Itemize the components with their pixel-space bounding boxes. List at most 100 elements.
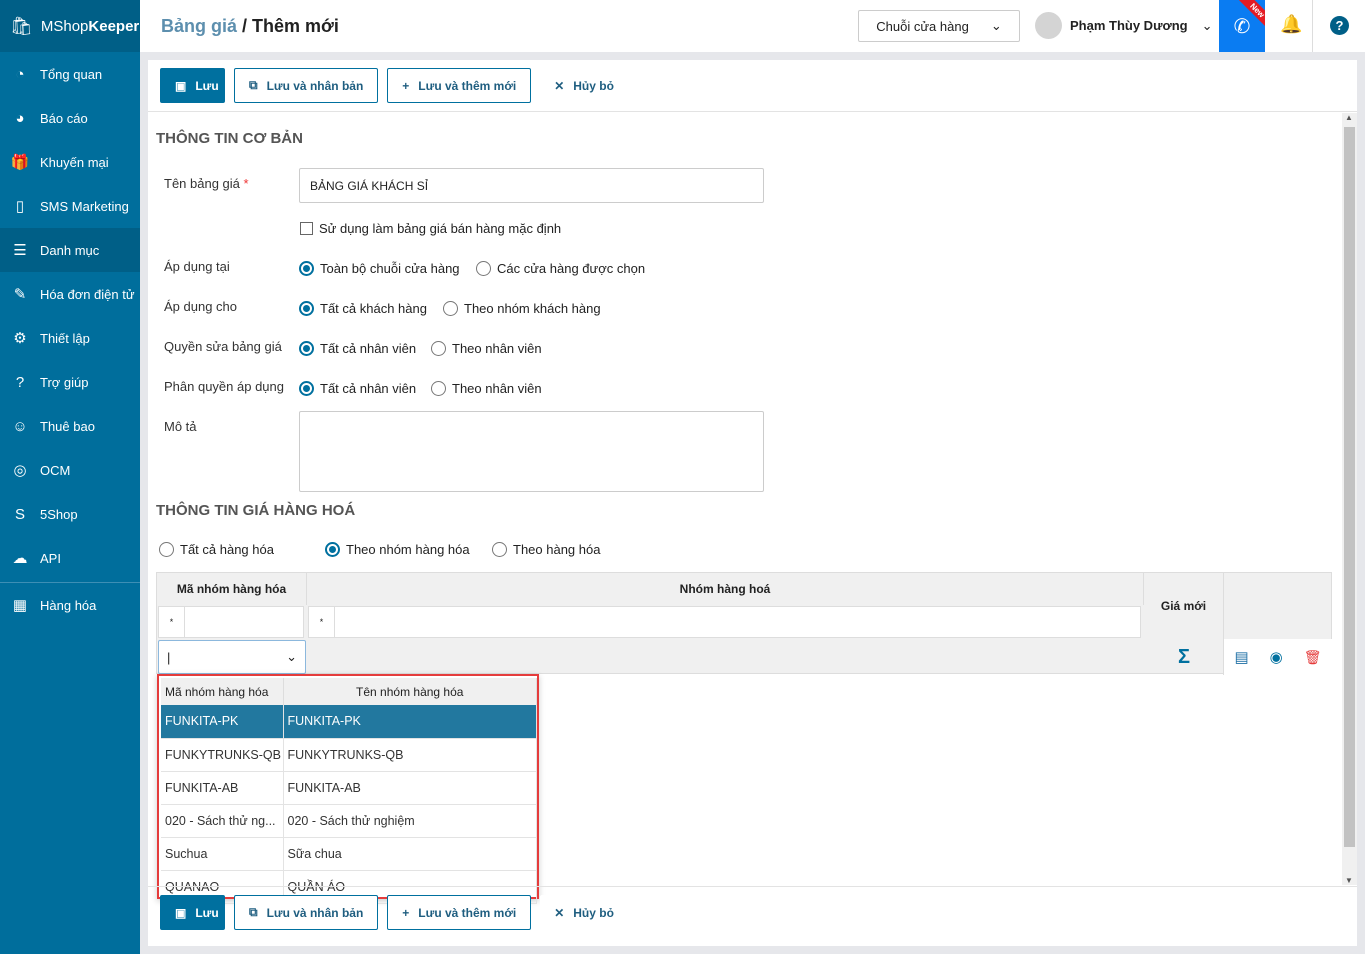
radio-use-all-staff[interactable]: Tất cả nhân viên xyxy=(299,381,416,396)
save-button[interactable]: ▣ Lưu xyxy=(160,895,225,930)
col-header-group[interactable]: Nhóm hàng hoá xyxy=(307,573,1144,605)
5shop-icon: S xyxy=(14,505,25,523)
description-label: Mô tả xyxy=(164,419,197,434)
radio-all-customers[interactable]: Tất cả khách hàng xyxy=(299,301,427,316)
sidebar-item-1[interactable]: ◕ Báo cáo xyxy=(0,96,140,140)
dropdown-row[interactable]: FUNKITA-PK FUNKITA-PK xyxy=(161,705,537,739)
chevron-down-icon: ⌄ xyxy=(1201,17,1213,33)
radio-customer-group[interactable]: Theo nhóm khách hàng xyxy=(443,301,601,316)
sidebar-item-label: Thuê bao xyxy=(40,418,95,434)
radio-edit-by-staff[interactable]: Theo nhân viên xyxy=(431,341,542,356)
user-menu[interactable]: Phạm Thùy Dương ⌄ xyxy=(1035,12,1213,39)
phone-icon: ✆ xyxy=(1233,15,1251,38)
row-name: FUNKYTRUNKS-QB xyxy=(283,738,537,772)
chevron-down-icon: ⌄ xyxy=(990,18,1002,33)
top-toolbar: ▣ Lưu ⧉ Lưu và nhân bản + Lưu và thêm mới ✕… xyxy=(148,60,1357,112)
save-new-button[interactable]: + Lưu và thêm mới xyxy=(387,68,532,103)
divider xyxy=(1312,0,1313,52)
avatar xyxy=(1035,12,1062,39)
save-copy-button[interactable]: ⧉ Lưu và nhân bản xyxy=(234,68,379,103)
sidebar-item-label: Báo cáo xyxy=(40,110,88,126)
form-card: ▣ Lưu ⧉ Lưu và nhân bản + Lưu và thêm mới ✕… xyxy=(148,60,1357,946)
sidebar-item-11[interactable]: ☁ API xyxy=(0,536,140,580)
dropdown-row[interactable]: FUNKYTRUNKS-QB FUNKYTRUNKS-QB xyxy=(161,738,537,772)
sidebar-item-12[interactable]: ▦ Hàng hóa xyxy=(0,583,140,627)
mobile-icon: ▯ xyxy=(15,198,25,215)
gift-icon: 🎁 xyxy=(10,154,30,171)
dropdown-row[interactable]: Suchua Sữa chua xyxy=(161,837,537,871)
store-chain-select[interactable]: Chuỗi cửa hàng ⌄ xyxy=(858,10,1020,42)
eye-icon[interactable]: ◉ xyxy=(1270,648,1283,666)
radio-selected-stores[interactable]: Các cửa hàng được chọn xyxy=(476,261,645,276)
radio-all-items[interactable]: Tất cả hàng hóa xyxy=(159,542,274,557)
help-icon[interactable]: ? xyxy=(1330,16,1349,35)
row-code: FUNKYTRUNKS-QB xyxy=(161,738,284,772)
import-file-icon[interactable]: ▤ xyxy=(1234,648,1248,666)
scrollbar[interactable]: ▲ ▼ xyxy=(1342,113,1357,885)
radio-use-by-staff[interactable]: Theo nhân viên xyxy=(431,381,542,396)
sidebar-item-7[interactable]: ? Trợ giúp xyxy=(0,360,140,404)
ocm-icon: ◎ xyxy=(13,462,27,479)
bell-icon[interactable]: 🔔 xyxy=(1280,14,1302,35)
filter-group[interactable]: * xyxy=(308,606,1141,638)
sidebar-item-10[interactable]: S 5Shop xyxy=(0,492,140,536)
section-price-info: THÔNG TIN GIÁ HÀNG HOÁ xyxy=(156,502,356,519)
breadcrumb-bang-gia[interactable]: Bảng giá xyxy=(161,16,237,36)
save-copy-button[interactable]: ⧉ Lưu và nhân bản xyxy=(234,895,379,930)
col-header-code[interactable]: Mã nhóm hàng hóa xyxy=(157,573,307,605)
radio-by-item-group[interactable]: Theo nhóm hàng hóa xyxy=(325,542,470,557)
save-new-button[interactable]: + Lưu và thêm mới xyxy=(387,895,532,930)
apply-for-label: Áp dụng cho xyxy=(164,299,238,314)
sidebar-item-3[interactable]: ▯ SMS Marketing xyxy=(0,184,140,228)
sidebar-item-label: Danh mục xyxy=(40,242,100,258)
sidebar-item-label: API xyxy=(40,550,61,566)
sidebar-item-8[interactable]: ☺ Thuê bao xyxy=(0,404,140,448)
row-actions: ▤ ◉ 🗑 xyxy=(1223,639,1332,675)
checkbox xyxy=(300,222,313,235)
save-button[interactable]: ▣ Lưu xyxy=(160,68,225,103)
dropdown-row[interactable]: 020 - Sách thử ng... 020 - Sách thử nghiệ… xyxy=(161,804,537,838)
floppy-icon: ▣ xyxy=(175,78,187,93)
item-group-combobox[interactable]: | ⌄ xyxy=(158,640,306,674)
radio-whole-chain[interactable]: Toàn bộ chuỗi cửa hàng xyxy=(299,261,460,276)
sidebar-item-9[interactable]: ◎ OCM xyxy=(0,448,140,492)
dropdown-row[interactable]: FUNKITA-AB FUNKITA-AB xyxy=(161,771,537,805)
col-header-new-price[interactable]: Giá mới xyxy=(1144,573,1224,639)
filter-code[interactable]: * xyxy=(158,606,304,638)
topbar: Bảng giá / Thêm mới Chuỗi cửa hàng ⌄ Phạm… xyxy=(140,0,1365,52)
sidebar-item-label: Hàng hóa xyxy=(40,597,97,613)
pie-chart-icon: ◕ xyxy=(15,109,25,127)
description-textarea[interactable] xyxy=(299,411,764,492)
copy-icon: ⧉ xyxy=(249,78,258,92)
sidebar-item-0[interactable]: ◔ Tổng quan xyxy=(0,52,140,96)
row-name: 020 - Sách thử nghiệm xyxy=(283,804,537,838)
row-name: FUNKITA-AB xyxy=(283,771,537,805)
plus-icon: + xyxy=(402,905,410,920)
trash-icon[interactable]: 🗑 xyxy=(1304,649,1322,666)
dropdown-header-code: Mã nhóm hàng hóa xyxy=(161,678,284,705)
invoice-icon: ✎ xyxy=(13,286,27,303)
logo[interactable]: 🛍 MShopKeeper xyxy=(0,0,140,52)
use-permission-label: Phân quyền áp dụng xyxy=(164,379,284,394)
close-icon: ✕ xyxy=(554,905,565,920)
bottom-toolbar: ▣ Lưu ⧉ Lưu và nhân bản + Lưu và thêm mới ✕… xyxy=(148,886,1357,938)
sidebar-item-5[interactable]: ✎ Hóa đơn điện tử xyxy=(0,272,140,316)
row-name: Sữa chua xyxy=(283,837,537,871)
radio-by-item[interactable]: Theo hàng hóa xyxy=(492,542,600,557)
copy-icon: ⧉ xyxy=(249,905,258,919)
sidebar-item-2[interactable]: 🎁 Khuyến mại xyxy=(0,140,140,184)
sidebar-item-label: Hóa đơn điện tử xyxy=(40,286,135,302)
phone-button[interactable]: ✆ New xyxy=(1219,0,1265,52)
sum-icon: Σ xyxy=(1177,645,1190,668)
cancel-button[interactable]: ✕ Hủy bỏ xyxy=(540,895,628,930)
sidebar-item-label: 5Shop xyxy=(40,506,78,522)
sidebar-item-4[interactable]: ☰ Danh mục xyxy=(0,228,140,272)
sidebar-item-label: Khuyến mại xyxy=(40,154,109,170)
price-list-name-input[interactable]: BẢNG GIÁ KHÁCH SỈ xyxy=(299,168,764,203)
sidebar-item-label: Thiết lập xyxy=(40,330,90,346)
default-price-list-checkbox[interactable]: Sử dụng làm bảng giá bán hàng mặc định xyxy=(300,221,561,236)
list-icon: ☰ xyxy=(13,242,27,259)
cancel-button[interactable]: ✕ Hủy bỏ xyxy=(540,68,628,103)
radio-edit-all-staff[interactable]: Tất cả nhân viên xyxy=(299,341,416,356)
sidebar-item-6[interactable]: ⚙ Thiết lập xyxy=(0,316,140,360)
